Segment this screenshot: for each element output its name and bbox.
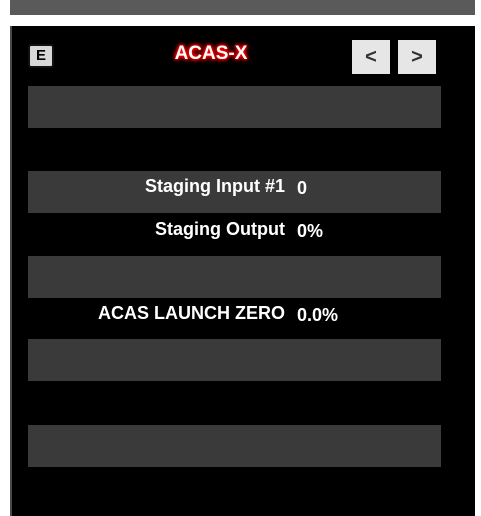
staging-input-label: Staging Input #1 [144, 176, 285, 196]
acas-panel: E ACAS-X < > Staging Input #1 0 Staging … [10, 26, 475, 516]
chevron-right-icon: > [411, 46, 423, 68]
prev-button[interactable]: < [352, 40, 390, 74]
edit-button[interactable]: E [28, 44, 54, 68]
row-bar-4 [28, 339, 441, 381]
acas-launch-zero-value: 0.0% [297, 305, 339, 325]
next-button[interactable]: > [398, 40, 436, 74]
row-bar-3 [28, 256, 441, 298]
panel-title: ACAS-X [174, 43, 248, 64]
top-bar [10, 0, 475, 15]
acas-launch-zero-label: ACAS LAUNCH ZERO [98, 303, 285, 323]
staging-input-value: 0 [297, 178, 308, 198]
staging-output-value: 0% [297, 221, 324, 241]
row-bar-5 [28, 425, 441, 467]
chevron-left-icon: < [365, 46, 377, 68]
staging-output-label: Staging Output [155, 219, 285, 239]
row-bar-1 [28, 86, 441, 128]
